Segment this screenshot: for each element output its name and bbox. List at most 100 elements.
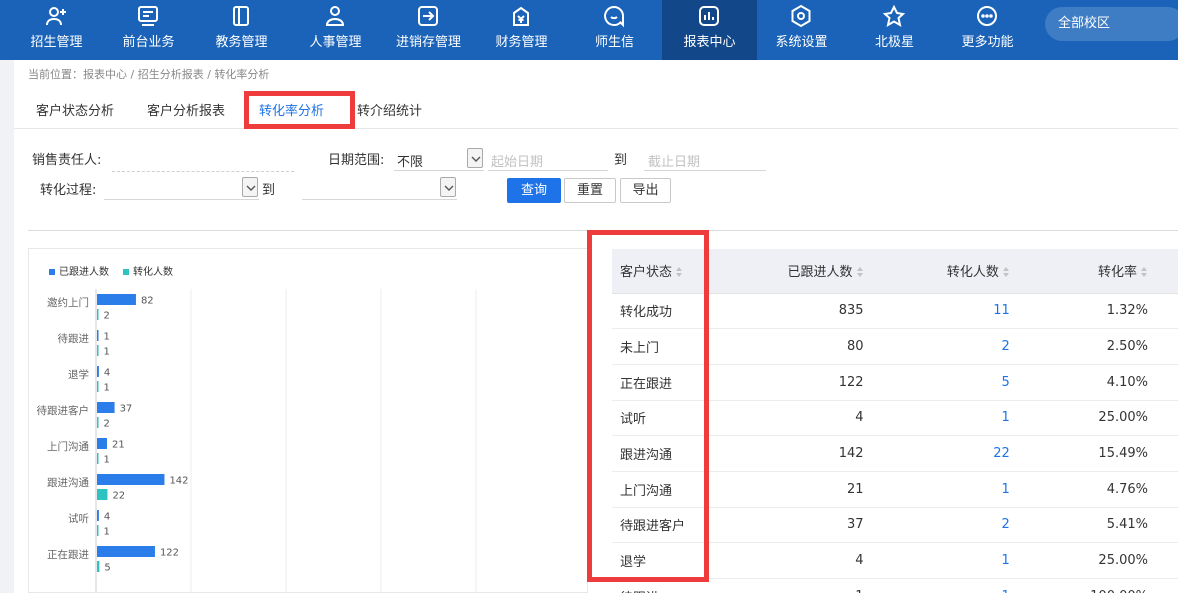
data-label: 1 [104, 347, 110, 358]
report-icon [699, 6, 719, 26]
data-label: 5 [104, 563, 110, 574]
gear-icon [791, 4, 811, 28]
nav-item-messages[interactable]: 师生信 [567, 0, 662, 60]
bar [97, 453, 99, 464]
bar [97, 417, 99, 428]
start-date-underline [488, 170, 608, 171]
end-date-underline [644, 170, 766, 171]
process-from-select[interactable] [104, 199, 259, 200]
data-label: 1 [104, 455, 110, 466]
process-to-dropdown[interactable] [440, 177, 456, 197]
table-cell-link[interactable]: 2 [893, 328, 1040, 365]
nav-item-more[interactable]: 更多功能 [940, 0, 1035, 60]
category-label: 正在跟进 [47, 549, 89, 561]
nav-label: 更多功能 [961, 35, 1014, 50]
table-cell: 2.50% [1039, 328, 1178, 365]
table-cell: 835 [726, 293, 894, 330]
tab-divider [14, 128, 1178, 129]
process-to-select[interactable] [302, 199, 457, 200]
data-label: 142 [169, 476, 188, 487]
table-cell: 21 [726, 471, 894, 508]
chevron-down-icon [471, 156, 481, 162]
inventory-icon [418, 6, 438, 26]
nav-item-enrollment[interactable]: 招生管理 [9, 0, 104, 60]
nav-label: 招生管理 [30, 35, 83, 50]
sort-icon [856, 267, 863, 278]
category-label: 待跟进 [58, 332, 90, 345]
date-to-label: 到 [614, 153, 628, 168]
chevron-down-icon [246, 185, 256, 191]
data-label: 22 [112, 491, 125, 502]
bar [97, 330, 99, 341]
bar [97, 489, 108, 500]
column-header-label: 已跟进人数 [787, 265, 853, 281]
column-header[interactable]: 转化率 [1039, 249, 1178, 294]
table-cell-link[interactable]: 1 [893, 400, 1040, 437]
legend-swatch [123, 269, 129, 275]
reset-button[interactable]: 重置 [564, 178, 616, 203]
table-cell: 25.00% [1039, 542, 1178, 579]
table-cell-link[interactable]: 1 [893, 542, 1040, 579]
tab-customer-report[interactable]: 客户分析报表 [147, 100, 225, 119]
end-date-input[interactable]: 截止日期 [648, 151, 700, 170]
process-from-dropdown[interactable] [242, 177, 258, 197]
table-cell: 1 [726, 578, 894, 593]
nav-item-frontdesk[interactable]: 前台业务 [101, 0, 196, 60]
category-label: 试听 [68, 513, 89, 525]
tab-customer-status[interactable]: 客户状态分析 [36, 100, 114, 119]
bar [97, 381, 99, 392]
process-label: 转化过程: [40, 183, 97, 198]
table-cell: 4 [726, 542, 894, 579]
table-cell: 4.76% [1039, 471, 1178, 508]
nav-item-academic[interactable]: 教务管理 [194, 0, 289, 60]
table-cell-link[interactable]: 2 [893, 507, 1040, 544]
nav-item-settings[interactable]: 系统设置 [754, 0, 849, 60]
nav-item-reports[interactable]: 报表中心 [662, 0, 757, 60]
data-label: 21 [112, 440, 125, 451]
query-button[interactable]: 查询 [507, 178, 561, 203]
data-label: 37 [120, 404, 133, 415]
legend-label: 已跟进人数 [59, 265, 109, 278]
category-label: 待跟进客户 [37, 404, 90, 417]
export-button[interactable]: 导出 [620, 178, 671, 203]
tab-referral-stats[interactable]: 转介绍统计 [357, 100, 422, 119]
table-cell-link[interactable]: 11 [893, 293, 1040, 330]
bar [97, 546, 155, 557]
process-to-label: 到 [262, 183, 276, 198]
conversion-chart: 已跟进人数 转化人数 邀约上门 82 2 待跟进 1 1 退学 4 1 待跟进客户 37 2 上门沟通 21 1… [28, 248, 588, 593]
bar [97, 402, 115, 413]
column-header-label: 转化人数 [946, 265, 999, 281]
table-cell: 25.00% [1039, 400, 1178, 437]
person-icon [325, 6, 345, 26]
campus-selector[interactable]: 全部校区 [1045, 7, 1178, 41]
nav-label: 前台业务 [122, 35, 175, 50]
nav-item-hr[interactable]: 人事管理 [288, 0, 383, 60]
nav-item-inventory[interactable]: 进销存管理 [381, 0, 476, 60]
column-header[interactable]: 转化人数 [893, 249, 1040, 294]
nav-item-finance[interactable]: 财务管理 [474, 0, 569, 60]
data-label: 4 [104, 512, 110, 523]
table-cell: 4.10% [1039, 364, 1178, 401]
table-cell: 1.32% [1039, 293, 1178, 330]
nav-label: 系统设置 [775, 35, 828, 50]
nav-label: 教务管理 [215, 35, 268, 50]
start-date-input[interactable]: 起始日期 [491, 151, 543, 170]
chart-svg: 已跟进人数 转化人数邀约上门 822待跟进 11退学 41待跟进客户 372上门沟通 211… [37, 265, 477, 592]
owner-input[interactable] [112, 171, 294, 172]
bar [97, 438, 107, 449]
legend-label: 转化人数 [133, 265, 173, 278]
nav-item-polaris[interactable]: 北极星 [847, 0, 942, 60]
date-range-select[interactable] [394, 170, 484, 171]
bar [97, 345, 99, 356]
column-header[interactable]: 已跟进人数 [726, 249, 894, 294]
table-cell-link[interactable]: 1 [893, 471, 1040, 508]
table-cell-link[interactable]: 1 [893, 578, 1040, 593]
owner-label: 销售责任人: [32, 153, 102, 168]
table-cell-link[interactable]: 5 [893, 364, 1040, 401]
chat-icon [604, 5, 624, 28]
table-cell-link[interactable]: 22 [893, 435, 1040, 472]
chevron-down-icon [444, 185, 454, 191]
table-cell: 122 [726, 364, 894, 401]
date-range-dropdown[interactable] [467, 148, 483, 168]
nav-label: 人事管理 [309, 35, 362, 50]
